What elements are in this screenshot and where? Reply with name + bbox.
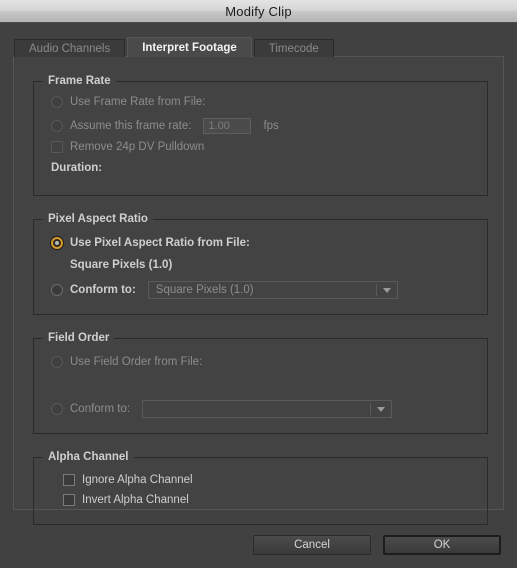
frame-rate-input[interactable]: 1.00 bbox=[203, 118, 252, 134]
par-conform-radio[interactable] bbox=[51, 284, 63, 296]
tab-bar: Audio Channels Interpret Footage Timecod… bbox=[14, 37, 336, 57]
use-field-order-from-file-row[interactable]: Use Field Order from File: bbox=[51, 356, 202, 368]
dialog-body: Audio Channels Interpret Footage Timecod… bbox=[0, 23, 517, 568]
tab-interpret-footage[interactable]: Interpret Footage bbox=[127, 37, 252, 57]
alpha-channel-group: Alpha Channel Ignore Alpha Channel Inver… bbox=[33, 451, 488, 525]
par-conform-row[interactable]: Conform to: Square Pixels (1.0) bbox=[51, 281, 398, 299]
use-frame-rate-from-file-radio[interactable] bbox=[51, 96, 63, 108]
par-conform-dropdown-value: Square Pixels (1.0) bbox=[155, 284, 254, 296]
ignore-alpha-checkbox[interactable] bbox=[63, 474, 75, 486]
use-par-from-file-label: Use Pixel Aspect Ratio from File: bbox=[70, 237, 250, 249]
par-conform-label: Conform to: bbox=[70, 284, 136, 296]
pixel-aspect-ratio-group-title: Pixel Aspect Ratio bbox=[43, 213, 153, 225]
par-conform-dropdown-separator bbox=[375, 284, 377, 296]
remove-pulldown-row[interactable]: Remove 24p DV Pulldown bbox=[51, 141, 204, 153]
duration-row: Duration: bbox=[51, 162, 102, 174]
remove-pulldown-label: Remove 24p DV Pulldown bbox=[70, 141, 205, 153]
use-field-order-from-file-label: Use Field Order from File: bbox=[70, 356, 203, 368]
use-field-order-from-file-radio[interactable] bbox=[51, 356, 63, 368]
window-title: Modify Clip bbox=[225, 3, 292, 19]
duration-label: Duration: bbox=[51, 162, 103, 174]
frame-rate-group-title: Frame Rate bbox=[43, 75, 116, 87]
field-order-conform-label: Conform to: bbox=[70, 403, 131, 415]
fps-unit-label: fps bbox=[263, 120, 279, 132]
field-order-group-title: Field Order bbox=[43, 332, 115, 344]
assume-frame-rate-label: Assume this frame rate: bbox=[70, 120, 192, 132]
assume-frame-rate-row[interactable]: Assume this frame rate: 1.00 fps bbox=[51, 118, 279, 134]
tab-timecode[interactable]: Timecode bbox=[253, 39, 334, 57]
invert-alpha-row[interactable]: Invert Alpha Channel bbox=[63, 494, 189, 506]
remove-pulldown-checkbox[interactable] bbox=[51, 141, 63, 153]
frame-rate-group: Frame Rate Use Frame Rate from File: Ass… bbox=[33, 75, 488, 196]
use-frame-rate-from-file-label: Use Frame Rate from File: bbox=[70, 96, 206, 108]
assume-frame-rate-radio[interactable] bbox=[51, 120, 63, 132]
ignore-alpha-row[interactable]: Ignore Alpha Channel bbox=[63, 474, 193, 486]
chevron-down-icon bbox=[377, 407, 386, 412]
field-order-conform-dropdown-separator bbox=[370, 403, 372, 415]
pixel-aspect-ratio-group: Pixel Aspect Ratio Use Pixel Aspect Rati… bbox=[33, 213, 488, 315]
use-par-from-file-row[interactable]: Use Pixel Aspect Ratio from File: bbox=[51, 237, 250, 249]
window-titlebar: Modify Clip bbox=[0, 0, 517, 23]
alpha-channel-group-title: Alpha Channel bbox=[43, 451, 134, 463]
par-file-value: Square Pixels (1.0) bbox=[70, 259, 173, 271]
par-conform-dropdown[interactable]: Square Pixels (1.0) bbox=[147, 281, 398, 299]
cancel-button[interactable]: Cancel bbox=[253, 535, 371, 555]
field-order-group: Field Order Use Field Order from File: C… bbox=[33, 332, 488, 434]
ok-button[interactable]: OK bbox=[383, 535, 501, 555]
ignore-alpha-label: Ignore Alpha Channel bbox=[82, 474, 193, 486]
chevron-down-icon bbox=[382, 288, 391, 293]
field-order-conform-dropdown[interactable] bbox=[142, 400, 393, 418]
interpret-footage-panel: Frame Rate Use Frame Rate from File: Ass… bbox=[13, 56, 504, 525]
field-order-conform-row[interactable]: Conform to: bbox=[51, 400, 393, 418]
field-order-conform-radio[interactable] bbox=[51, 403, 63, 415]
par-file-value-row: Square Pixels (1.0) bbox=[70, 259, 172, 271]
invert-alpha-checkbox[interactable] bbox=[63, 494, 75, 506]
use-par-from-file-radio[interactable] bbox=[51, 237, 63, 249]
invert-alpha-label: Invert Alpha Channel bbox=[82, 494, 189, 506]
tab-audio-channels[interactable]: Audio Channels bbox=[14, 39, 126, 57]
use-frame-rate-from-file-row[interactable]: Use Frame Rate from File: bbox=[51, 96, 205, 108]
